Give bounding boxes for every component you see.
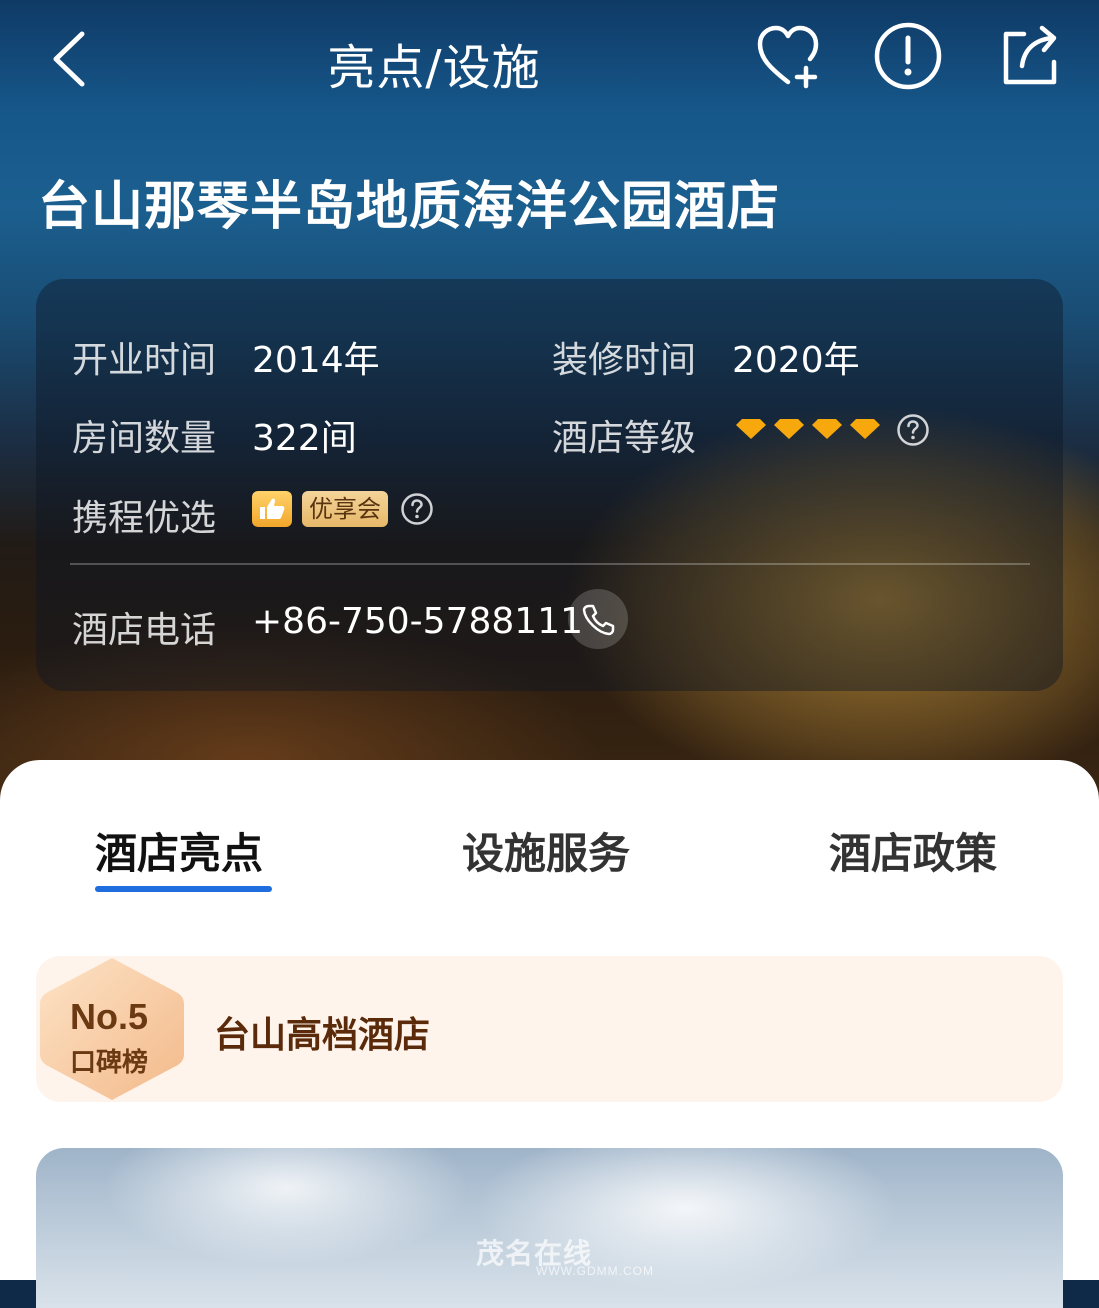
- favorite-button[interactable]: [752, 20, 824, 92]
- phone-icon: [582, 604, 615, 636]
- grade-help-button[interactable]: [896, 413, 930, 451]
- thumbs-up-icon: [260, 498, 285, 519]
- hotel-info-card: 开业时间 2014年 装修时间 2020年 房间数量 322间 酒店等级 携程优…: [36, 279, 1063, 691]
- share-button[interactable]: [994, 20, 1066, 92]
- grade-label: 酒店等级: [552, 418, 697, 459]
- watermark-url: WWW.GDMM.COM: [536, 1264, 654, 1278]
- share-icon: [1003, 25, 1057, 85]
- diamond-icon-group: [736, 419, 880, 439]
- ranking-list-name: 口碑榜: [70, 1048, 149, 1078]
- divider: [70, 563, 1030, 565]
- renovated-value: 2020年: [732, 340, 860, 381]
- active-tab-indicator: [95, 886, 272, 892]
- selection-help-button[interactable]: [400, 492, 434, 530]
- opened-value: 2014年: [252, 340, 380, 381]
- diamond-icon: [812, 419, 842, 439]
- tab-facilities[interactable]: 设施服务: [462, 820, 630, 881]
- diamond-icon: [774, 419, 804, 439]
- call-button[interactable]: [568, 589, 628, 649]
- top-bar: 亮点/设施: [0, 0, 1099, 120]
- renovated-label: 装修时间: [552, 340, 697, 381]
- heart-plus-icon: [757, 25, 819, 89]
- diamond-icon: [850, 419, 880, 439]
- rooms-value: 322间: [252, 418, 357, 459]
- hotel-photo[interactable]: 茂名在线 WWW.GDMM.COM: [36, 1148, 1063, 1308]
- ranking-card[interactable]: No.5 口碑榜 台山高档酒店: [36, 956, 1063, 1102]
- tab-highlights[interactable]: 酒店亮点: [95, 820, 263, 881]
- ranking-title: 台山高档酒店: [214, 1015, 431, 1056]
- phone-value[interactable]: +86-750-5788111: [252, 601, 583, 642]
- tab-policies[interactable]: 酒店政策: [829, 820, 997, 881]
- exclamation-circle-icon: [874, 22, 942, 90]
- report-button[interactable]: [872, 20, 944, 92]
- opened-label: 开业时间: [72, 340, 217, 381]
- hotel-name: 台山那琴半岛地质海洋公园酒店: [38, 177, 781, 237]
- question-circle-icon: [401, 493, 433, 525]
- content-sheet: 酒店亮点 设施服务 酒店政策 No.5 口碑榜 台山高档酒店 茂名在线 WWW.…: [0, 760, 1099, 1308]
- selection-label: 携程优选: [72, 498, 217, 539]
- thumbs-up-badge: [252, 491, 292, 527]
- question-circle-icon: [897, 414, 929, 446]
- diamond-icon: [736, 419, 766, 439]
- ranking-number: No.5: [70, 996, 149, 1037]
- vip-badge: 优享会: [302, 491, 388, 527]
- grade-diamonds: [734, 417, 894, 447]
- phone-label: 酒店电话: [72, 610, 217, 651]
- page-title: 亮点/设施: [327, 40, 541, 96]
- rooms-label: 房间数量: [72, 418, 217, 459]
